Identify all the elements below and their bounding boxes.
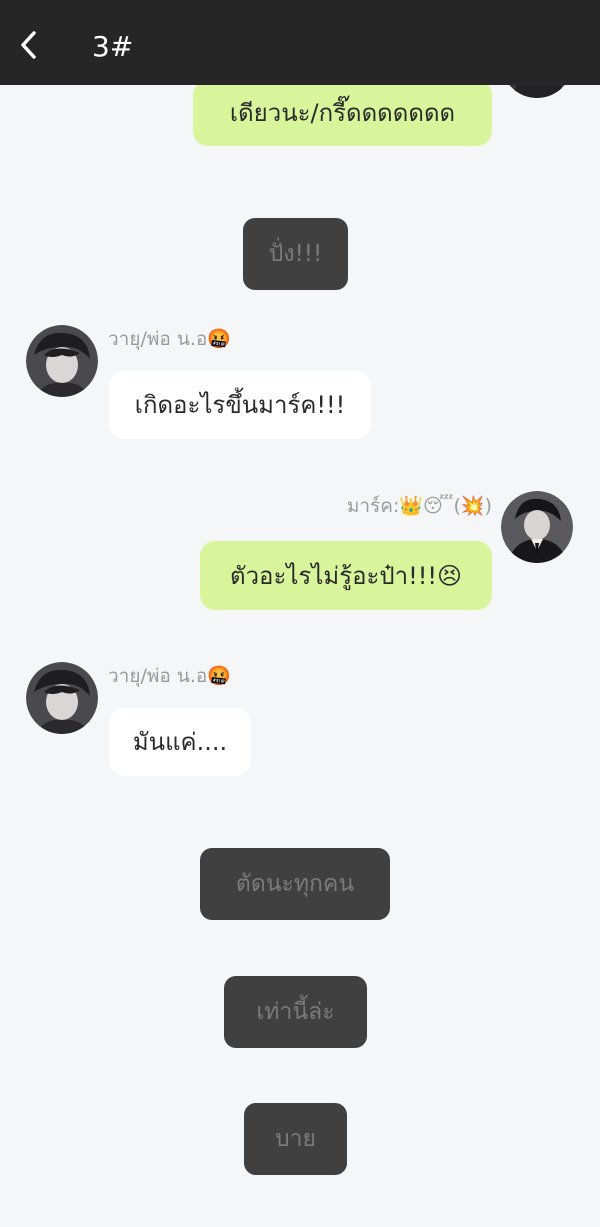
chat-header: 3# <box>0 0 600 85</box>
message-bubble-incoming: มันแค่.... <box>109 708 251 776</box>
back-arrow-icon[interactable] <box>14 28 44 62</box>
avatar-mark[interactable] <box>501 491 573 563</box>
message-bubble-outgoing: เดียวนะ/กรี๊ดดดดดดด <box>193 80 492 146</box>
avatar-wayu[interactable] <box>26 325 98 397</box>
avatar-wayu[interactable] <box>26 662 98 734</box>
system-message: บาย <box>244 1103 347 1175</box>
system-message: เท่านี้ล่ะ <box>224 976 367 1048</box>
message-bubble-incoming: เกิดอะไรขึ้นมาร์ค!!! <box>109 371 371 439</box>
message-bubble-outgoing: ตัวอะไรไม่รู้อะป๋า!!!😣 <box>200 541 492 610</box>
sender-name: วายุ/พ่อ น.อ🤬 <box>108 328 231 350</box>
chat-title: 3# <box>92 30 134 63</box>
sender-name: วายุ/พ่อ น.อ🤬 <box>108 665 231 687</box>
system-message: ตัดนะทุกคน <box>200 848 390 920</box>
sender-name: มาร์ค:👑😴(💥) <box>346 495 492 517</box>
system-message: ปั่ง!!! <box>243 218 348 290</box>
